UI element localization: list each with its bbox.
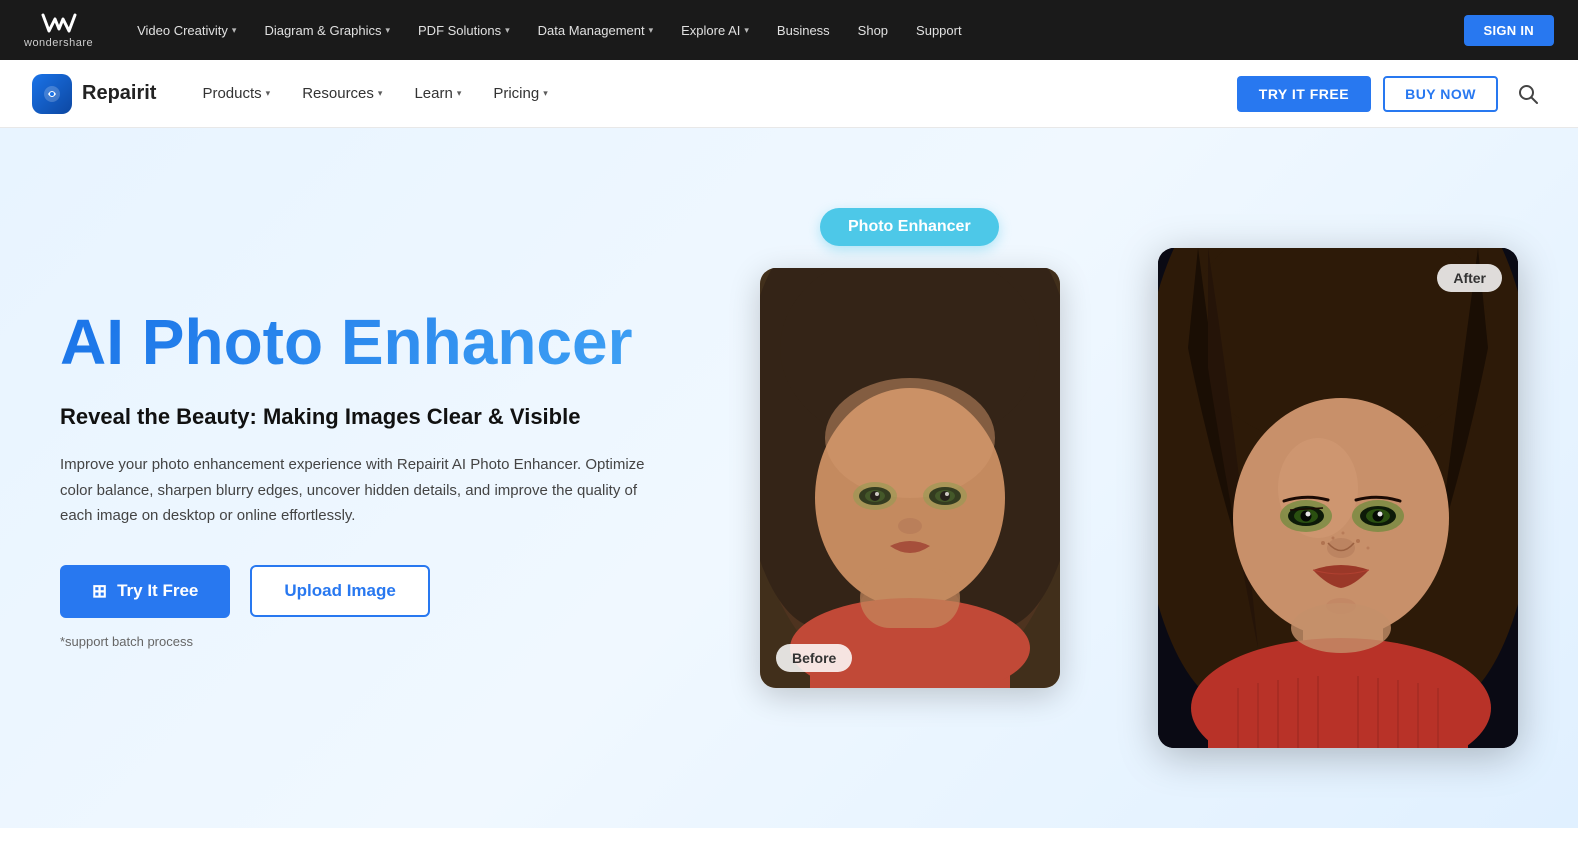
chevron-down-icon: ▾	[266, 88, 271, 99]
top-nav-diagram-graphics[interactable]: Diagram & Graphics ▾	[252, 15, 402, 46]
chevron-down-icon: ▾	[744, 25, 749, 36]
chevron-down-icon: ▾	[543, 88, 548, 99]
hero-buttons: ⊞ Try It Free Upload Image	[60, 565, 700, 618]
try-it-free-hero-button[interactable]: ⊞ Try It Free	[60, 565, 230, 618]
buy-now-nav-button[interactable]: BUY NOW	[1383, 76, 1498, 112]
top-nav-shop[interactable]: Shop	[846, 15, 900, 46]
tab-learn[interactable]: Learn ▾	[400, 77, 475, 110]
second-navigation: Repairit Products ▾ Resources ▾ Learn ▾ …	[0, 60, 1578, 128]
batch-note: *support batch process	[60, 634, 700, 649]
tab-resources[interactable]: Resources ▾	[288, 77, 396, 110]
chevron-down-icon: ▾	[232, 25, 237, 36]
top-nav-video-creativity[interactable]: Video Creativity ▾	[125, 15, 248, 46]
after-image: After	[1158, 248, 1518, 748]
chevron-down-icon: ▾	[505, 25, 510, 36]
before-image: Before	[760, 268, 1060, 688]
repairit-icon	[32, 74, 72, 114]
hero-left: AI Photo Enhancer Reveal the Beauty: Mak…	[60, 307, 740, 649]
wondershare-logo[interactable]: wondershare	[24, 11, 93, 49]
chevron-down-icon: ▾	[457, 88, 462, 99]
search-icon[interactable]	[1510, 76, 1546, 112]
hero-right: Photo Enhancer	[740, 188, 1518, 768]
hero-title: AI Photo Enhancer	[60, 307, 700, 377]
after-label: After	[1437, 264, 1502, 292]
try-it-free-nav-button[interactable]: TRY IT FREE	[1237, 76, 1371, 112]
top-nav-explore-ai[interactable]: Explore AI ▾	[669, 15, 761, 46]
sign-in-button[interactable]: SIGN IN	[1464, 15, 1555, 46]
tab-pricing[interactable]: Pricing ▾	[479, 77, 561, 110]
photo-enhancer-badge: Photo Enhancer	[820, 208, 999, 246]
brand-logo[interactable]: Repairit	[32, 74, 156, 114]
hero-section: AI Photo Enhancer Reveal the Beauty: Mak…	[0, 128, 1578, 828]
hero-subtitle: Reveal the Beauty: Making Images Clear &…	[60, 402, 700, 433]
second-nav-right: TRY IT FREE BUY NOW	[1237, 76, 1546, 112]
top-navigation: wondershare Video Creativity ▾ Diagram &…	[0, 0, 1578, 60]
chevron-down-icon: ▾	[378, 88, 383, 99]
images-container: Before	[740, 248, 1518, 768]
hero-description: Improve your photo enhancement experienc…	[60, 452, 660, 529]
top-nav-items: Video Creativity ▾ Diagram & Graphics ▾ …	[125, 15, 1431, 46]
top-nav-right: SIGN IN	[1464, 15, 1555, 46]
top-nav-data-management[interactable]: Data Management ▾	[526, 15, 665, 46]
brand-name: Repairit	[82, 82, 156, 105]
tab-products[interactable]: Products ▾	[188, 77, 284, 110]
chevron-down-icon: ▾	[649, 25, 654, 36]
logo-text: wondershare	[24, 37, 93, 49]
top-nav-business[interactable]: Business	[765, 15, 842, 46]
chevron-down-icon: ▾	[385, 25, 390, 36]
second-nav-items: Products ▾ Resources ▾ Learn ▾ Pricing ▾	[188, 77, 1236, 110]
windows-icon: ⊞	[92, 581, 107, 602]
top-nav-pdf-solutions[interactable]: PDF Solutions ▾	[406, 15, 522, 46]
before-label: Before	[776, 644, 852, 672]
upload-image-button[interactable]: Upload Image	[250, 565, 429, 617]
top-nav-support[interactable]: Support	[904, 15, 974, 46]
